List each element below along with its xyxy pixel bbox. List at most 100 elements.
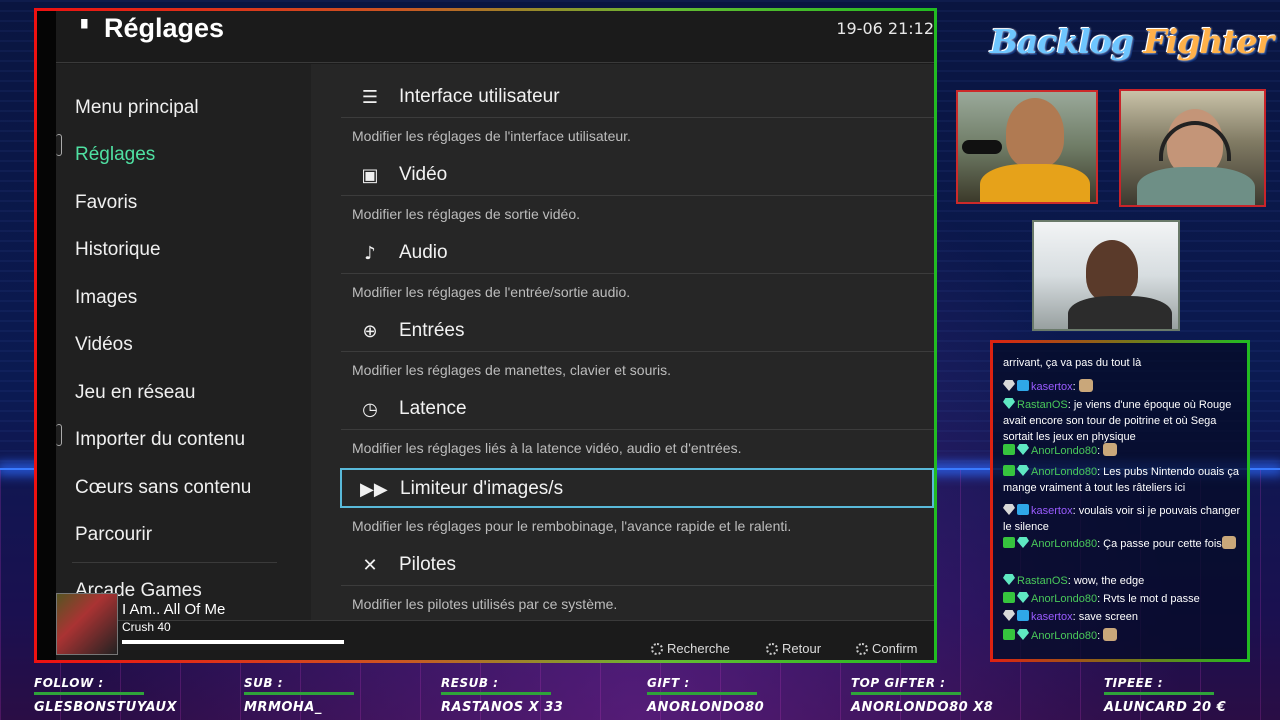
setting-row[interactable]: ☰ Interface utilisateur <box>341 78 934 118</box>
crown-badge-icon <box>1017 380 1029 391</box>
setting-row[interactable]: ◷ Latence <box>341 390 934 430</box>
chat-message: AnorLondo80: Ça passe pour cette fois <box>1003 536 1245 552</box>
ticker-label: RESUB : <box>441 676 499 690</box>
hint-search[interactable]: Recherche <box>651 641 730 656</box>
ticker-value: RASTANOS X 33 <box>441 700 564 715</box>
gamepad-icon: ⊕ <box>362 321 378 342</box>
gem-badge-icon <box>1017 465 1029 476</box>
chat-username[interactable]: AnorLondo80 <box>1031 593 1097 605</box>
sidebar-item[interactable]: Vidéos <box>75 334 133 356</box>
album-art <box>56 593 118 655</box>
webcam-2 <box>1119 89 1266 207</box>
hint-back[interactable]: Retour <box>766 641 821 656</box>
sidebar-item[interactable]: Menu principal <box>75 97 199 119</box>
crown-badge-icon <box>1017 504 1029 515</box>
chat-text: : Ça passe pour cette fois <box>1097 538 1222 550</box>
settings-list: ☰ Interface utilisateur Modifier les régla… <box>311 64 934 620</box>
logo-word-1: Backlog <box>990 22 1134 61</box>
check-badge-icon <box>1003 537 1015 548</box>
ticker-value: ANORLONDO80 <box>647 700 765 715</box>
menu-corner-icon: ▝ <box>75 19 88 38</box>
chat-message: RastanOS: je viens d'une époque où Rouge… <box>1003 397 1245 445</box>
chat-message: kasertox: voulais voir si je pouvais cha… <box>1003 503 1245 535</box>
chat-message: AnorLondo80: Les pubs Nintendo ouais ça … <box>1003 464 1245 496</box>
chat-username[interactable]: RastanOS <box>1017 575 1068 587</box>
emote-icon <box>1078 379 1093 392</box>
setting-label: Pilotes <box>399 554 457 575</box>
now-playing-artist: Crush 40 <box>122 620 171 634</box>
streamer-shirt <box>1068 296 1172 329</box>
setting-description: Modifier les réglages pour le rembobinag… <box>352 518 792 534</box>
ticker-label: SUB : <box>244 676 284 690</box>
microphone-icon <box>962 140 1002 154</box>
ticker-value: ALUNCARD 20 € <box>1104 700 1227 715</box>
streamer-shirt <box>1137 167 1255 205</box>
sidebar-item[interactable]: Réglages <box>75 144 155 166</box>
gem-badge-icon <box>1003 610 1015 621</box>
sidebar-item[interactable]: Images <box>75 287 137 309</box>
streamer-face <box>1086 240 1138 302</box>
setting-row[interactable]: ⊕ Entrées <box>341 312 934 352</box>
setting-row[interactable]: ▣ Vidéo <box>341 156 934 196</box>
setting-label: Audio <box>399 242 448 263</box>
setting-description: Modifier les réglages de l'interface uti… <box>352 128 631 144</box>
sidebar-item[interactable]: Historique <box>75 239 161 261</box>
chat-message: RastanOS: wow, the edge <box>1003 573 1245 589</box>
clock: 19-06 21:12 <box>836 19 934 38</box>
setting-row[interactable]: ✕ Pilotes <box>341 546 934 586</box>
setting-description: Modifier les pilotes utilisés par ce sys… <box>352 596 618 612</box>
list-icon: ☰ <box>361 87 379 108</box>
ticker-value: ANORLONDO80 X8 <box>851 700 994 715</box>
gem-badge-icon <box>1017 444 1029 455</box>
chat-username[interactable]: AnorLondo80 <box>1031 466 1097 478</box>
streamer-face <box>1006 98 1064 168</box>
ticker-underline <box>1104 692 1214 695</box>
check-badge-icon <box>1003 465 1015 476</box>
sidebar-item[interactable]: Parcourir <box>75 524 152 546</box>
sidebar-item[interactable]: Favoris <box>75 192 137 214</box>
setting-label: Entrées <box>399 320 465 341</box>
chat-username[interactable]: AnorLondo80 <box>1031 538 1097 550</box>
check-badge-icon <box>1003 444 1015 455</box>
chat-panel: arrivant, ça va pas du tout là kasertox: … <box>990 340 1250 662</box>
setting-label: Limiteur d'images/s <box>400 478 564 499</box>
ticker-underline <box>647 692 757 695</box>
chat-text: : Rvts le mot d passe <box>1097 593 1200 605</box>
fast-forward-icon: ▶▶ <box>360 479 388 500</box>
setting-description: Modifier les réglages de manettes, clavi… <box>352 362 672 378</box>
hint-search-label: Recherche <box>667 641 730 656</box>
sidebar-item[interactable]: Importer du contenu <box>75 429 245 451</box>
logo-word-2: Fighter <box>1143 22 1274 61</box>
chat-text: : wow, the edge <box>1067 575 1145 587</box>
chat-username[interactable]: AnorLondo80 <box>1031 630 1097 642</box>
ticker-value: GLESBONSTUYAUX <box>34 700 178 715</box>
chat-message: kasertox: <box>1003 379 1245 395</box>
chat-username[interactable]: kasertox <box>1031 505 1073 517</box>
setting-label: Latence <box>399 398 467 419</box>
chat-username[interactable]: AnorLondo80 <box>1031 445 1097 457</box>
chat-username[interactable]: RastanOS <box>1017 399 1068 411</box>
sidebar-separator <box>72 562 277 563</box>
chat-username[interactable]: kasertox <box>1031 611 1073 623</box>
now-playing-title: I Am.. All Of Me <box>122 601 226 618</box>
sidebar-item[interactable]: Jeu en réseau <box>75 382 195 404</box>
setting-row[interactable]: ♪ Audio <box>341 234 934 274</box>
hint-back-label: Retour <box>782 641 822 656</box>
gem-badge-icon <box>1003 398 1015 409</box>
chat-message: AnorLondo80: Rvts le mot d passe <box>1003 591 1245 607</box>
sidebar-item[interactable]: Cœurs sans contenu <box>75 477 251 499</box>
now-playing-progress <box>122 640 344 644</box>
setting-label: Vidéo <box>399 164 448 185</box>
hint-confirm[interactable]: Confirm <box>856 641 918 656</box>
gem-badge-icon <box>1017 592 1029 603</box>
gem-badge-icon <box>1017 629 1029 640</box>
gem-badge-icon <box>1003 380 1015 391</box>
setting-row[interactable]: ▶▶ Limiteur d'images/s <box>340 468 934 508</box>
stream-logo: Backlog Fighter <box>990 22 1274 74</box>
ticker-label: FOLLOW : <box>34 676 104 690</box>
ticker-label: GIFT : <box>647 676 690 690</box>
crown-badge-icon <box>1017 610 1029 621</box>
chat-username[interactable]: kasertox <box>1031 381 1073 393</box>
controller-button-icon <box>766 643 778 655</box>
tools-icon: ✕ <box>362 555 378 576</box>
